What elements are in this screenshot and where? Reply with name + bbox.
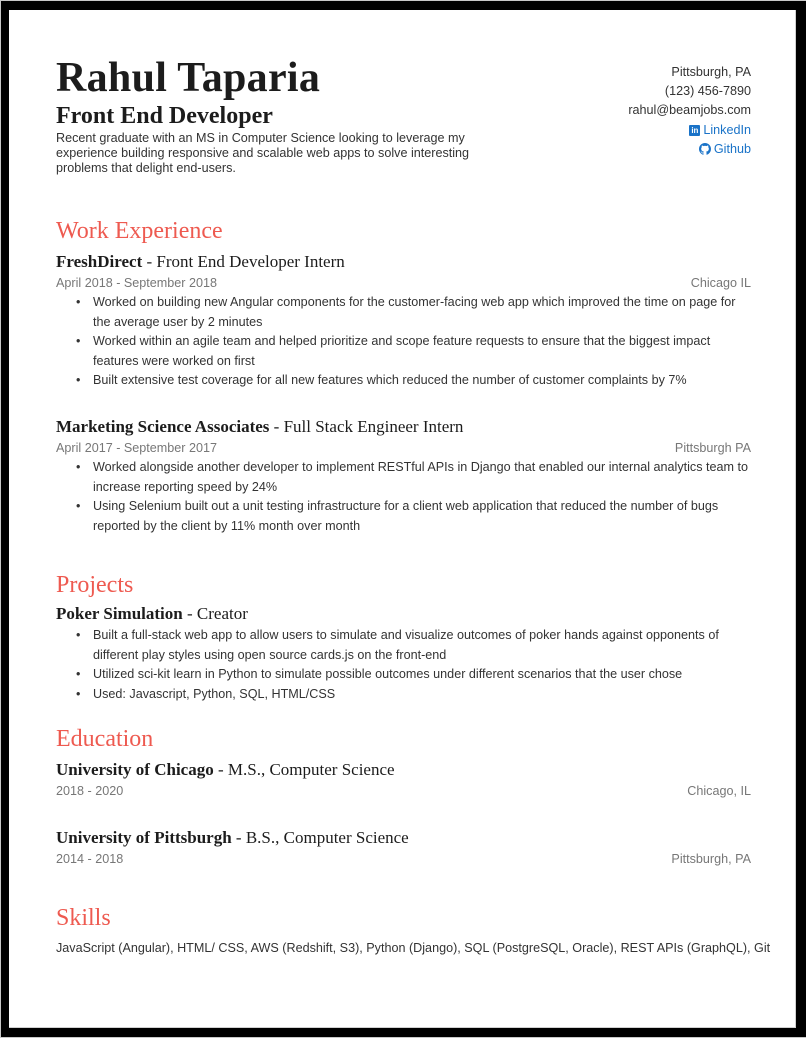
job-role: - Full Stack Engineer Intern — [269, 417, 464, 436]
job-dates: April 2018 - September 2018 — [56, 276, 218, 290]
degree: - M.S., Computer Science — [213, 760, 395, 779]
job-meta: April 2018 - September 2018 Chicago IL — [56, 276, 751, 290]
job-bullets: Worked on building new Angular component… — [56, 293, 751, 391]
bullet-item: Worked on building new Angular component… — [76, 293, 751, 332]
education-location: Pittsburgh, PA — [671, 852, 751, 866]
page-frame: Rahul Taparia Front End Developer Recent… — [1, 1, 806, 1037]
skills-heading: Skills — [56, 905, 111, 931]
job-location: Chicago IL — [690, 276, 751, 290]
job-bullets: Worked alongside another developer to im… — [56, 458, 751, 536]
school-name: University of Pittsburgh — [56, 828, 232, 847]
candidate-title: Front End Developer — [56, 103, 273, 129]
skills-list: JavaScript (Angular), HTML/ CSS, AWS (Re… — [56, 941, 771, 955]
company-name: FreshDirect — [56, 252, 143, 271]
project-title: Poker Simulation - Creator — [56, 604, 248, 624]
education-heading: Education — [56, 726, 154, 752]
github-link[interactable]: Github — [628, 140, 751, 159]
bullet-item: Built a full-stack web app to allow user… — [76, 626, 751, 665]
job-location: Pittsburgh PA — [674, 441, 751, 455]
linkedin-label: LinkedIn — [703, 122, 751, 137]
github-icon — [698, 143, 711, 156]
education-title: University of Pittsburgh - B.S., Compute… — [56, 828, 409, 848]
bullet-item: Worked alongside another developer to im… — [76, 458, 751, 497]
summary: Recent graduate with an MS in Computer S… — [56, 131, 470, 175]
education-title: University of Chicago - M.S., Computer S… — [56, 760, 395, 780]
projects-heading: Projects — [56, 572, 134, 598]
job-role: - Front End Developer Intern — [142, 252, 345, 271]
contact-block: Pittsburgh, PA (123) 456-7890 rahul@beam… — [628, 63, 751, 159]
project-name: Poker Simulation — [56, 604, 183, 623]
bullet-item: Utilized sci-kit learn in Python to simu… — [76, 665, 751, 685]
job-title-freshdirect: FreshDirect - Front End Developer Intern — [56, 252, 345, 272]
degree: - B.S., Computer Science — [231, 828, 409, 847]
linkedin-icon: in — [689, 124, 701, 136]
education-meta: 2014 - 2018 Pittsburgh, PA — [56, 852, 751, 866]
bullet-item: Using Selenium built out a unit testing … — [76, 497, 751, 536]
linkedin-link[interactable]: in LinkedIn — [628, 121, 751, 140]
candidate-name: Rahul Taparia — [56, 55, 321, 101]
project-bullets: Built a full-stack web app to allow user… — [56, 626, 751, 704]
job-dates: April 2017 - September 2017 — [56, 441, 218, 455]
contact-email[interactable]: rahul@beamjobs.com — [628, 101, 751, 120]
project-role: - Creator — [182, 604, 248, 623]
resume-page: Rahul Taparia Front End Developer Recent… — [9, 10, 796, 1028]
education-dates: 2018 - 2020 — [56, 784, 124, 798]
bullet-item: Worked within an agile team and helped p… — [76, 332, 751, 371]
contact-phone: (123) 456-7890 — [664, 84, 751, 99]
education-meta: 2018 - 2020 Chicago, IL — [56, 784, 751, 798]
education-location: Chicago, IL — [687, 784, 751, 798]
company-name: Marketing Science Associates — [56, 417, 270, 436]
bullet-item: Built extensive test coverage for all ne… — [76, 371, 751, 391]
work-experience-heading: Work Experience — [56, 218, 223, 244]
job-title-msa: Marketing Science Associates - Full Stac… — [56, 417, 463, 437]
school-name: University of Chicago — [56, 760, 214, 779]
bullet-item: Used: Javascript, Python, SQL, HTML/CSS — [76, 685, 751, 705]
education-dates: 2014 - 2018 — [56, 852, 124, 866]
job-meta: April 2017 - September 2017 Pittsburgh P… — [56, 441, 751, 455]
contact-location: Pittsburgh, PA — [671, 65, 751, 79]
github-label: Github — [713, 141, 751, 156]
